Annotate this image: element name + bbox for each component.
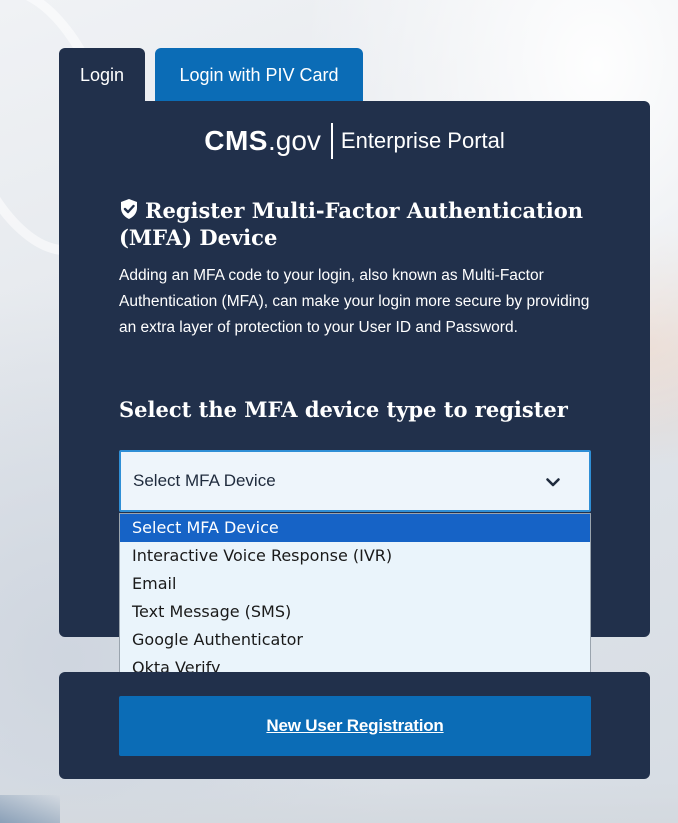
mfa-device-select[interactable]: Select MFA Device bbox=[119, 450, 591, 512]
mfa-device-select-value: Select MFA Device bbox=[133, 471, 276, 490]
page-title: Register Multi-Factor Authentication (MF… bbox=[119, 197, 599, 251]
shield-check-icon bbox=[121, 199, 137, 219]
option-select-mfa-device[interactable]: Select MFA Device bbox=[120, 514, 590, 542]
mfa-device-options-list: Select MFA Device Interactive Voice Resp… bbox=[119, 513, 591, 685]
tab-login[interactable]: Login bbox=[59, 48, 145, 102]
page-title-text: Register Multi-Factor Authentication (MF… bbox=[119, 198, 584, 250]
tab-login-piv-card[interactable]: Login with PIV Card bbox=[155, 48, 363, 102]
logo-enterprise-text: Enterprise Portal bbox=[340, 128, 505, 153]
cms-enterprise-portal-logo: CMS .gov Enterprise Portal bbox=[59, 123, 650, 159]
select-device-heading: Select the MFA device type to register bbox=[119, 397, 568, 422]
tab-login-label: Login bbox=[79, 64, 125, 85]
background-corner bbox=[0, 795, 60, 823]
background-fade bbox=[0, 783, 678, 823]
new-user-registration-button[interactable]: New User Registration bbox=[119, 696, 591, 756]
logo-gov-text: .gov bbox=[267, 125, 321, 156]
option-ivr[interactable]: Interactive Voice Response (IVR) bbox=[120, 542, 590, 570]
logo-divider bbox=[330, 123, 333, 159]
new-user-registration-label: New User Registration bbox=[266, 716, 444, 735]
option-google-authenticator[interactable]: Google Authenticator bbox=[120, 626, 590, 654]
option-sms[interactable]: Text Message (SMS) bbox=[120, 598, 590, 626]
option-email[interactable]: Email bbox=[120, 570, 590, 598]
tab-piv-label: Login with PIV Card bbox=[179, 64, 339, 85]
logo-cms-text: CMS bbox=[204, 125, 268, 156]
mfa-description: Adding an MFA code to your login, also k… bbox=[119, 267, 590, 336]
chevron-down-icon bbox=[546, 478, 560, 487]
